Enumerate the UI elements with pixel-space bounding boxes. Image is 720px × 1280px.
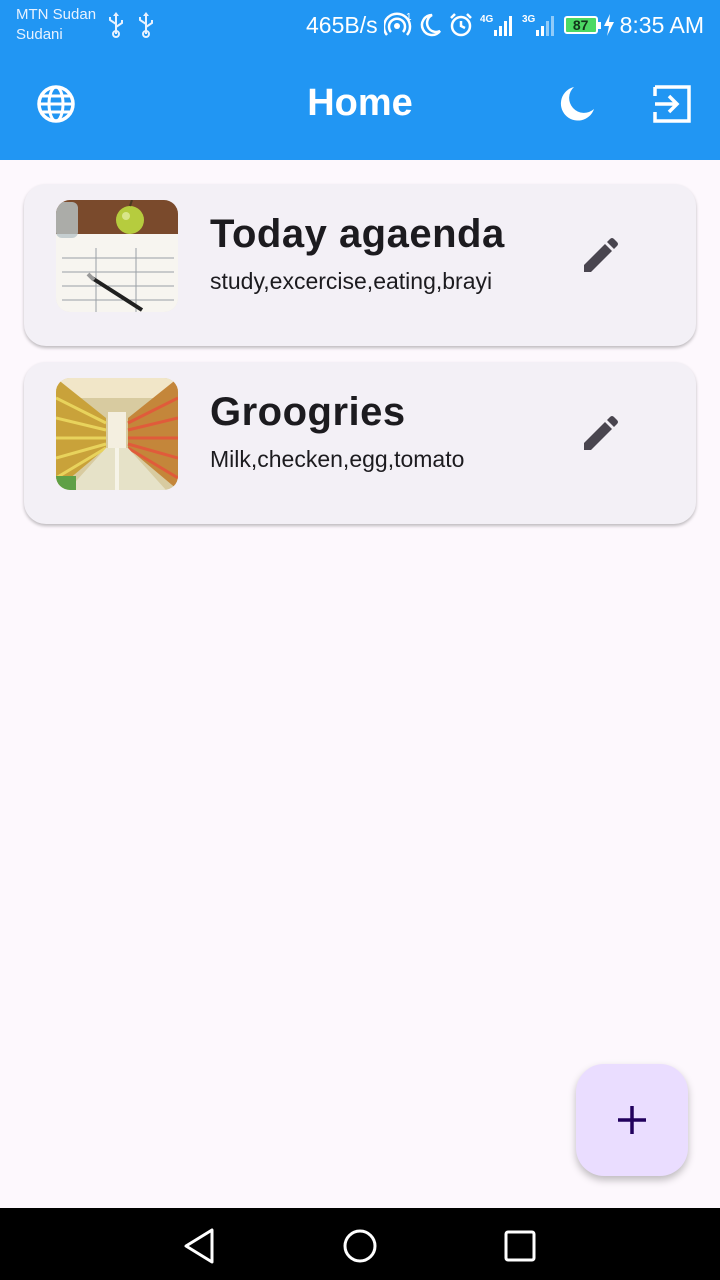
edit-note-button[interactable] bbox=[576, 410, 624, 458]
note-card[interactable]: Groogries Milk,checken,egg,tomato bbox=[24, 362, 696, 524]
workout-plan-photo bbox=[56, 200, 178, 312]
svg-text:4G: 4G bbox=[480, 14, 494, 25]
battery-icon: 87 bbox=[563, 16, 601, 34]
charging-icon bbox=[603, 14, 614, 36]
carrier-name: MTN Sudan Sudani bbox=[16, 6, 97, 43]
hotspot-icon: 1 bbox=[383, 12, 412, 36]
logout-icon bbox=[653, 85, 691, 123]
status-icons: 465B/s 1 4G 3G 87 8:35 AM bbox=[306, 10, 704, 40]
usb-debug-icon bbox=[139, 12, 153, 38]
signal-4g-icon: 4G bbox=[480, 14, 512, 36]
logout-button[interactable] bbox=[650, 82, 694, 126]
add-note-button[interactable] bbox=[576, 1064, 688, 1176]
svg-text:1: 1 bbox=[406, 12, 412, 23]
system-nav-bar bbox=[0, 1208, 720, 1280]
page-title: Home bbox=[307, 82, 413, 124]
note-title: Groogries bbox=[210, 390, 406, 434]
note-title: Today agaenda bbox=[210, 212, 505, 256]
note-thumbnail bbox=[56, 200, 178, 312]
pencil-icon bbox=[584, 238, 618, 272]
alarm-icon bbox=[449, 13, 472, 37]
svg-text:3G: 3G bbox=[522, 14, 536, 25]
grocery-aisle-photo bbox=[56, 378, 178, 490]
usb-icon bbox=[109, 12, 123, 38]
theme-toggle-button[interactable] bbox=[554, 82, 598, 126]
note-content: Milk,checken,egg,tomato bbox=[210, 446, 465, 472]
app-bar: Home bbox=[0, 52, 720, 160]
note-content: study,excercise,eating,brayi bbox=[210, 268, 493, 294]
home-icon[interactable] bbox=[340, 1226, 380, 1266]
note-thumbnail bbox=[56, 378, 178, 490]
dark-mode-icon bbox=[560, 87, 594, 121]
status-bar: MTN Sudan Sudani 465B/s 1 4G 3G 87 8:35 … bbox=[0, 0, 720, 52]
notes-list: Today agaenda study,excercise,eating,bra… bbox=[24, 184, 696, 540]
plus-icon bbox=[618, 1106, 646, 1134]
edit-note-button[interactable] bbox=[576, 232, 624, 280]
note-card[interactable]: Today agaenda study,excercise,eating,bra… bbox=[24, 184, 696, 346]
net-speed: 465B/s bbox=[306, 11, 378, 38]
moon-status-icon bbox=[420, 13, 441, 37]
pencil-icon bbox=[584, 416, 618, 450]
back-icon[interactable] bbox=[180, 1226, 220, 1266]
signal-3g-icon: 3G bbox=[522, 14, 554, 36]
clock: 8:35 AM bbox=[619, 11, 704, 38]
battery-level: 87 bbox=[572, 17, 589, 33]
recents-icon[interactable] bbox=[500, 1226, 540, 1266]
